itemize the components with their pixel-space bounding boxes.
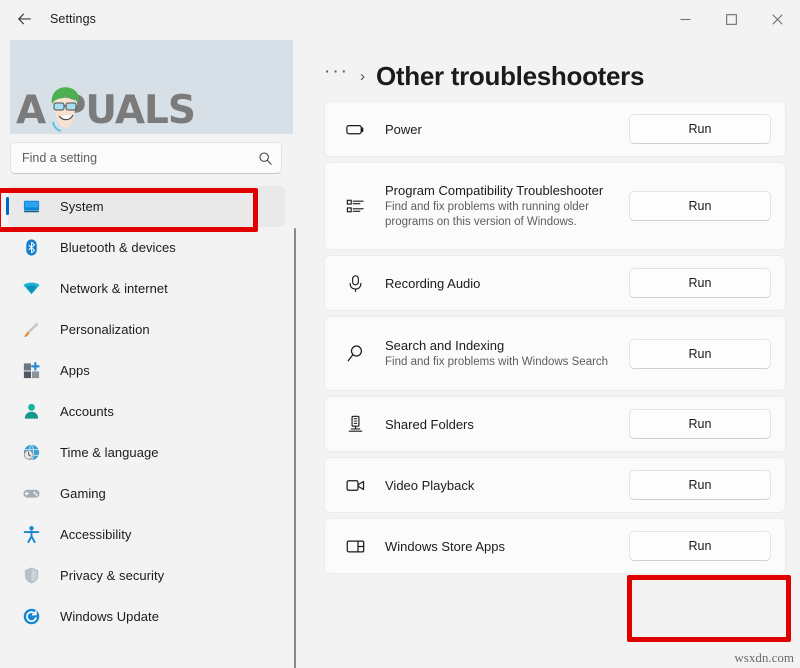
- run-button[interactable]: Run: [629, 409, 771, 439]
- breadcrumb: ··· › Other troubleshooters: [324, 55, 644, 97]
- person-icon: [20, 401, 42, 423]
- back-arrow-icon: [17, 13, 31, 24]
- sidebar-item-label: Gaming: [60, 486, 106, 501]
- title-bar: Settings: [0, 0, 800, 38]
- page-title: Other troubleshooters: [375, 60, 645, 91]
- sidebar-item-label: Accounts: [60, 404, 114, 419]
- maximize-button[interactable]: [708, 0, 754, 38]
- run-button[interactable]: Run: [629, 114, 771, 144]
- sidebar-item-label: Personalization: [60, 322, 150, 337]
- run-button[interactable]: Run: [629, 531, 771, 561]
- list-bullets-icon: [341, 196, 369, 217]
- wifi-icon: [20, 278, 42, 300]
- back-button[interactable]: [4, 3, 44, 35]
- troubleshooter-card-video-playback[interactable]: Video Playback Run: [324, 457, 786, 513]
- appuals-logo: A PUALS: [16, 80, 196, 133]
- card-text: Recording Audio: [369, 275, 629, 292]
- card-text: Shared Folders: [369, 416, 629, 433]
- troubleshooter-card-shared-folders[interactable]: Shared Folders Run: [324, 396, 786, 452]
- card-title: Program Compatibility Troubleshooter: [385, 183, 604, 198]
- server-share-icon: [341, 414, 369, 435]
- troubleshooter-card-recording-audio[interactable]: Recording Audio Run: [324, 255, 786, 311]
- troubleshooter-card-search-indexing[interactable]: Search and Indexing Find and fix problem…: [324, 316, 786, 391]
- sidebar-item-label: Privacy & security: [60, 568, 165, 583]
- troubleshooter-list: Power Run Program Compatibility Troubles…: [324, 101, 786, 579]
- sidebar-item-privacy-security[interactable]: Privacy & security: [8, 555, 285, 596]
- minimize-icon: [680, 18, 690, 20]
- video-camera-icon: [341, 475, 369, 496]
- maximize-icon: [725, 13, 737, 25]
- accessibility-person-icon: [20, 524, 42, 546]
- card-title: Recording Audio: [385, 275, 481, 291]
- minimize-button[interactable]: [662, 0, 708, 38]
- chevron-right-icon: ›: [359, 67, 365, 85]
- shield-icon: [20, 565, 42, 587]
- sidebar-item-windows-update[interactable]: Windows Update: [8, 596, 285, 637]
- sidebar-item-label: Bluetooth & devices: [60, 240, 176, 255]
- sidebar-item-gaming[interactable]: Gaming: [8, 473, 285, 514]
- monitor-icon: [20, 196, 42, 218]
- card-text: Windows Store Apps: [369, 538, 629, 555]
- sidebar-item-label: System: [60, 199, 104, 214]
- sidebar-nav-list: System Bluetooth & devices Network & int…: [0, 186, 296, 668]
- sidebar-item-label: Network & internet: [60, 281, 168, 296]
- card-text: Video Playback: [369, 477, 629, 494]
- troubleshooter-card-program-compatibility[interactable]: Program Compatibility Troubleshooter Fin…: [324, 162, 786, 250]
- sidebar-item-accessibility[interactable]: Accessibility: [8, 514, 285, 555]
- close-icon: [771, 13, 783, 25]
- magnifier-icon: [341, 343, 369, 364]
- store-panel-icon: [341, 536, 369, 557]
- card-text: Search and Indexing Find and fix problem…: [369, 337, 629, 370]
- site-watermark: wsxdn.com: [734, 650, 794, 665]
- troubleshooter-card-windows-store-apps[interactable]: Windows Store Apps Run: [324, 518, 786, 574]
- gamepad-icon: [20, 483, 42, 505]
- card-description: Find and fix problems with running older…: [385, 201, 589, 228]
- run-button[interactable]: Run: [629, 268, 771, 298]
- sidebar-item-label: Accessibility: [60, 527, 132, 542]
- paintbrush-icon: [20, 319, 42, 341]
- card-title: Power: [385, 121, 422, 137]
- microphone-icon: [341, 273, 369, 294]
- search-icon: [258, 151, 273, 166]
- update-refresh-icon: [20, 606, 42, 628]
- card-text: Program Compatibility Troubleshooter Fin…: [369, 182, 629, 230]
- appuals-logo-text: A PUALS: [16, 88, 196, 133]
- card-text: Power: [369, 121, 629, 138]
- sidebar-item-accounts[interactable]: Accounts: [8, 391, 285, 432]
- appuals-watermark-banner: A PUALS: [10, 40, 293, 134]
- sidebar-item-network-internet[interactable]: Network & internet: [8, 268, 285, 309]
- search-box[interactable]: [10, 142, 282, 174]
- clock-globe-icon: [20, 442, 42, 464]
- sidebar: A PUALS Find a setting System Bluetooth …: [0, 38, 296, 668]
- sidebar-item-time-language[interactable]: Time & language: [8, 432, 285, 473]
- card-title: Video Playback: [385, 477, 475, 493]
- sidebar-item-personalization[interactable]: Personalization: [8, 309, 285, 350]
- appuals-mascot-icon: [51, 87, 79, 132]
- card-title: Shared Folders: [385, 416, 474, 432]
- sidebar-item-bluetooth-devices[interactable]: Bluetooth & devices: [8, 227, 285, 268]
- run-button[interactable]: Run: [629, 338, 771, 369]
- troubleshooter-card-power[interactable]: Power Run: [324, 101, 786, 157]
- settings-window: Settings A PUALS Find a setting System B…: [0, 0, 800, 668]
- close-button[interactable]: [754, 0, 800, 38]
- run-button[interactable]: Run: [629, 470, 771, 500]
- window-title: Settings: [50, 12, 96, 26]
- card-title: Windows Store Apps: [385, 538, 505, 554]
- bluetooth-icon: [20, 237, 42, 259]
- main-content: ··· › Other troubleshooters Power Run Pr…: [296, 38, 800, 668]
- sidebar-item-label: Apps: [60, 363, 90, 378]
- sidebar-item-system[interactable]: System: [6, 186, 285, 227]
- sidebar-item-label: Windows Update: [60, 609, 159, 624]
- window-controls: [662, 0, 800, 38]
- sidebar-item-apps[interactable]: Apps: [8, 350, 285, 391]
- card-title: Search and Indexing: [385, 338, 505, 353]
- card-description: Find and fix problems with Windows Searc…: [385, 356, 609, 368]
- breadcrumb-overflow-button[interactable]: ···: [324, 62, 349, 89]
- run-button[interactable]: Run: [629, 191, 771, 221]
- sidebar-item-label: Time & language: [60, 445, 159, 460]
- apps-grid-icon: [20, 360, 42, 382]
- battery-icon: [341, 119, 369, 140]
- search-input[interactable]: [22, 151, 258, 165]
